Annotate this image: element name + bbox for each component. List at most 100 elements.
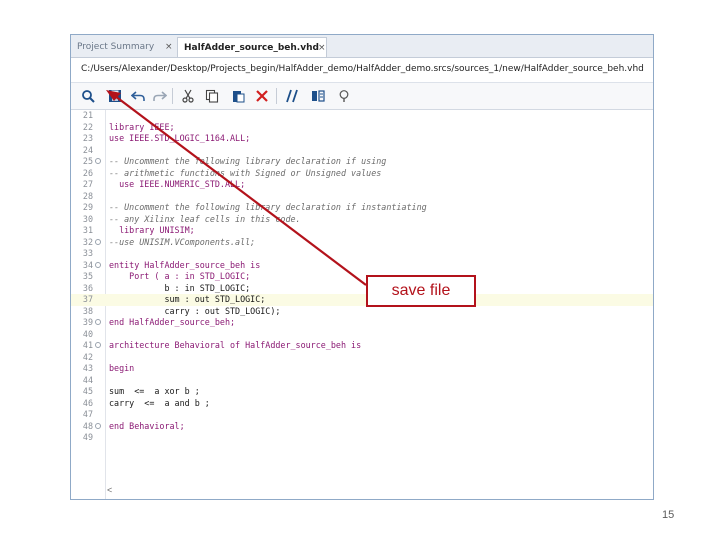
- undo-icon[interactable]: [129, 87, 147, 105]
- code-line[interactable]: 25 -- Uncomment the following library dec…: [71, 156, 653, 168]
- line-number: 46: [82, 397, 93, 408]
- cut-icon[interactable]: [179, 87, 197, 105]
- code-line[interactable]: 30 -- any Xilinx leaf cells in this code.: [71, 214, 653, 226]
- code-line[interactable]: 42: [71, 352, 653, 364]
- code-line[interactable]: 46 carry <= a and b ;: [71, 398, 653, 410]
- tab-project-summary[interactable]: Project Summary ×: [71, 37, 177, 57]
- code-text: library UNISIM;: [109, 225, 195, 235]
- code-text: sum <= a xor b ;: [109, 386, 200, 396]
- line-number: 43: [82, 363, 93, 373]
- code-text: architecture Behavioral of HalfAdder_sou…: [109, 340, 362, 350]
- code-line[interactable]: 23 use IEEE.STD_LOGIC_1164.ALL;: [71, 133, 653, 145]
- code-text: -- Uncomment the following library decla…: [109, 156, 387, 166]
- code-text: begin: [109, 363, 135, 373]
- fold-toggle-icon[interactable]: [95, 158, 101, 164]
- toolbar-separator: [276, 88, 277, 104]
- code-line[interactable]: 44: [71, 375, 653, 387]
- line-number: 40: [82, 328, 93, 339]
- code-line[interactable]: 32 --use UNISIM.VComponents.all;: [71, 237, 653, 249]
- lightbulb-icon[interactable]: [335, 87, 353, 105]
- fold-toggle-icon[interactable]: [95, 319, 101, 325]
- code-text: use IEEE.STD_LOGIC_1164.ALL;: [109, 133, 251, 143]
- line-number: 28: [82, 190, 93, 201]
- redo-icon[interactable]: [151, 87, 169, 105]
- fold-toggle-icon[interactable]: [95, 422, 101, 429]
- line-number: 29: [82, 202, 93, 212]
- code-line[interactable]: 43 begin: [71, 363, 653, 375]
- save-file-callout: save file: [366, 275, 476, 307]
- line-number: 31: [82, 225, 93, 235]
- tab-label: Project Summary: [77, 42, 155, 52]
- code-text: -- any Xilinx leaf cells in this code.: [109, 213, 301, 224]
- code-line[interactable]: 39 end HalfAdder_source_beh;: [71, 317, 653, 329]
- line-number: 30: [82, 213, 93, 224]
- code-line[interactable]: 28: [71, 191, 653, 203]
- code-text: end Behavioral;: [109, 420, 185, 431]
- toolbar-separator: [172, 88, 173, 104]
- code-line[interactable]: 35 Port ( a : in STD_LOGIC;: [71, 271, 653, 283]
- line-number: 24: [82, 144, 93, 155]
- code-line[interactable]: 22 library IEEE;: [71, 122, 653, 134]
- code-text: library IEEE;: [109, 121, 175, 132]
- code-line[interactable]: 33: [71, 248, 653, 260]
- paste-icon[interactable]: [229, 87, 247, 105]
- file-path: C:/Users/Alexander/Desktop/Projects_begi…: [81, 64, 644, 74]
- copy-icon[interactable]: [203, 87, 221, 105]
- horizontal-scroll-marker[interactable]: <: [107, 485, 112, 495]
- line-number: 42: [82, 351, 93, 362]
- line-number: 34: [82, 259, 93, 270]
- code-line[interactable]: 26 -- arithmetic functions with Signed or…: [71, 168, 653, 180]
- code-line[interactable]: 27 use IEEE.NUMERIC_STD.ALL;: [71, 179, 653, 191]
- code-line[interactable]: 38 carry : out STD_LOGIC);: [71, 306, 653, 318]
- code-editor[interactable]: 21 22 library IEEE; 23 use IEEE.STD_LOGIC_11…: [71, 110, 653, 499]
- code-text: end HalfAdder_source_beh;: [109, 317, 236, 327]
- line-number: 47: [82, 409, 93, 419]
- comment-icon[interactable]: [283, 87, 301, 105]
- close-icon[interactable]: ×: [318, 38, 326, 58]
- code-line[interactable]: 36 b : in STD_LOGIC;: [71, 283, 653, 295]
- code-line[interactable]: 21: [71, 110, 653, 122]
- delete-icon[interactable]: [253, 87, 271, 105]
- line-number: 39: [82, 317, 93, 327]
- line-number: 45: [82, 386, 93, 396]
- code-line[interactable]: 47: [71, 409, 653, 421]
- line-number: 21: [82, 110, 93, 120]
- code-text: --use UNISIM.VComponents.all;: [109, 236, 256, 247]
- block-icon[interactable]: [309, 87, 327, 105]
- line-number: 23: [82, 133, 93, 143]
- code-line[interactable]: 45 sum <= a xor b ;: [71, 386, 653, 398]
- code-line[interactable]: 37 sum : out STD_LOGIC;: [71, 294, 653, 306]
- code-line[interactable]: 48 end Behavioral;: [71, 421, 653, 433]
- close-icon[interactable]: ×: [165, 37, 173, 57]
- fold-toggle-icon[interactable]: [95, 261, 101, 268]
- search-icon[interactable]: [79, 87, 97, 105]
- line-number: 38: [82, 305, 93, 316]
- code-line[interactable]: 31 library UNISIM;: [71, 225, 653, 237]
- line-number: 22: [82, 121, 93, 132]
- save-icon[interactable]: [106, 87, 124, 105]
- code-text: Port ( a : in STD_LOGIC;: [109, 271, 251, 281]
- code-text: sum : out STD_LOGIC;: [109, 294, 266, 304]
- line-number: 37: [82, 294, 93, 304]
- vivado-editor-screenshot: Project Summary × HalfAdder_source_beh.v…: [70, 34, 654, 500]
- code-text: -- arithmetic functions with Signed or U…: [109, 167, 382, 178]
- line-number: 27: [82, 179, 93, 189]
- line-number: 32: [82, 236, 93, 247]
- code-line[interactable]: 41 architecture Behavioral of HalfAdder_s…: [71, 340, 653, 352]
- code-line[interactable]: 34 entity HalfAdder_source_beh is: [71, 260, 653, 272]
- code-text: carry : out STD_LOGIC);: [109, 305, 281, 316]
- code-line[interactable]: 49: [71, 432, 653, 444]
- fold-toggle-icon[interactable]: [95, 238, 101, 245]
- code-line[interactable]: 24: [71, 145, 653, 157]
- code-line[interactable]: 40: [71, 329, 653, 341]
- fold-toggle-icon[interactable]: [95, 342, 101, 348]
- code-text: entity HalfAdder_source_beh is: [109, 259, 261, 270]
- code-text: carry <= a and b ;: [109, 397, 210, 408]
- slide-number: 15: [662, 509, 675, 521]
- tab-halfadder-source[interactable]: HalfAdder_source_beh.vhd * ×: [177, 37, 327, 73]
- code-line[interactable]: 29 -- Uncomment the following library dec…: [71, 202, 653, 214]
- code-text: use IEEE.NUMERIC_STD.ALL;: [109, 179, 246, 189]
- line-number: 48: [82, 420, 93, 431]
- line-number: 35: [82, 271, 93, 281]
- line-number: 49: [82, 432, 93, 442]
